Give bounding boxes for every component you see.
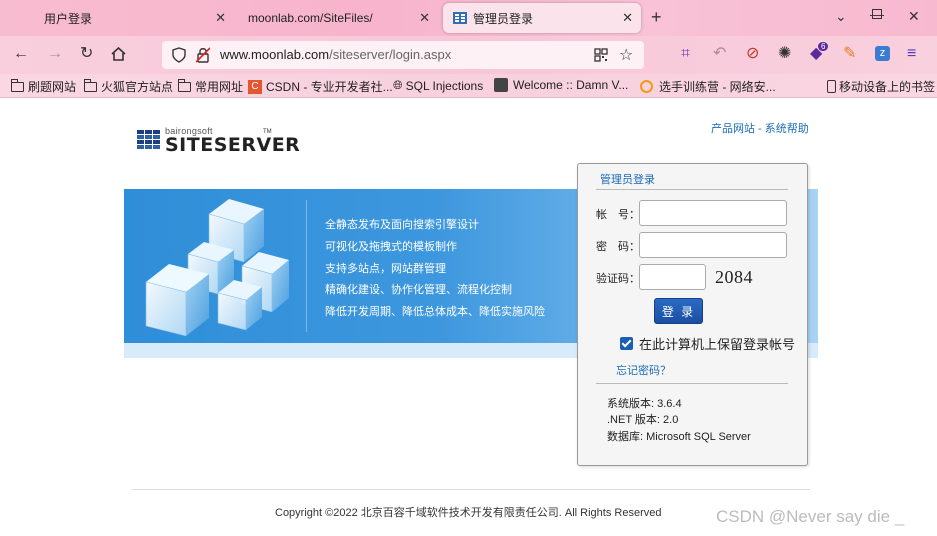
- logo-title: SITESERVER: [165, 134, 301, 156]
- screenshot-extension-icon[interactable]: ⌗: [681, 45, 690, 63]
- qr-code-icon[interactable]: [594, 48, 608, 62]
- forgot-password-link[interactable]: 忘记密码？: [616, 362, 671, 378]
- password-label: 密 码：: [596, 241, 640, 253]
- copyright-text: Copyright ©2022 北京百容千域软件技术开发有限责任公司. All …: [275, 507, 662, 519]
- close-icon[interactable]: ✕: [215, 10, 226, 26]
- home-icon[interactable]: [111, 47, 126, 61]
- bookmark-folder-firefox[interactable]: 火狐官方站点: [84, 78, 173, 95]
- tab-admin-login[interactable]: 管理员登录 ✕: [443, 3, 641, 33]
- remember-checkbox[interactable]: 在此计算机上保留登录帐号: [620, 334, 795, 353]
- feature-item: 可视化及拖拽式的模板制作: [325, 241, 457, 253]
- product-site-link[interactable]: 产品网站: [711, 123, 755, 135]
- bookmarks-toolbar: 刷题网站 火狐官方站点 常用网址 C CSDN - 专业开发者社... 🌐︎ SQL…: [0, 74, 937, 98]
- feature-item: 降低开发周期、降低总体成本、降低实施风险: [325, 306, 545, 318]
- login-panel-title: 管理员登录: [600, 174, 655, 186]
- new-tab-button[interactable]: +: [651, 7, 662, 28]
- watermark: CSDN @Never say die _: [716, 507, 905, 526]
- back-icon[interactable]: ←: [13, 45, 29, 63]
- bookmark-label: 常用网址: [195, 80, 244, 94]
- url-host: www.moonlab.com: [220, 47, 330, 62]
- training-icon: [640, 80, 653, 93]
- extension-badge-count: 6: [818, 42, 829, 51]
- dvwa-icon: [494, 78, 508, 92]
- folder-icon: [178, 78, 191, 92]
- bookmark-folder-common[interactable]: 常用网址: [178, 78, 243, 95]
- captcha-label: 验证码：: [596, 273, 640, 285]
- zotero-extension-icon[interactable]: z: [875, 46, 890, 61]
- bookmark-folder-shuati[interactable]: 刷题网站: [11, 78, 76, 95]
- ublock-extension-icon[interactable]: ⊘: [746, 45, 759, 63]
- tab-sitefiles[interactable]: moonlab.com/SiteFiles/ ✕: [238, 3, 438, 33]
- dropdown-icon[interactable]: ⌄: [835, 8, 847, 25]
- checkbox-checked-icon[interactable]: [620, 337, 633, 350]
- tab-user-login[interactable]: 用户登录 ✕: [34, 3, 234, 33]
- folder-icon: [11, 78, 24, 92]
- help-link[interactable]: 系统帮助: [765, 123, 809, 135]
- bookmark-training[interactable]: 选手训练营 - 网络安...: [640, 78, 776, 95]
- link-separator: -: [755, 123, 765, 135]
- bookmark-dvwa[interactable]: Welcome :: Damn V...: [494, 78, 628, 92]
- globe-icon: 🌐︎: [393, 78, 403, 92]
- account-label: 帐 号：: [596, 209, 640, 221]
- divider: [596, 383, 788, 384]
- remember-label: 在此计算机上保留登录帐号: [639, 337, 796, 352]
- login-button[interactable]: 登 录: [654, 298, 703, 324]
- bookmark-label: CSDN - 专业开发者社...: [266, 80, 393, 94]
- login-panel: 管理员登录 帐 号： 密 码： 验证码： 2084 登 录 在此计算机上保留登录…: [577, 163, 808, 466]
- forward-icon[interactable]: →: [47, 45, 63, 63]
- banner-divider: [306, 200, 307, 332]
- insecure-lock-icon[interactable]: [196, 47, 210, 63]
- bookmark-label: 火狐官方站点: [101, 80, 174, 94]
- url-text[interactable]: www.moonlab.com/siteserver/login.aspx: [220, 47, 451, 62]
- url-path: /siteserver/login.aspx: [329, 47, 452, 62]
- navigation-bar: ← → ↻ www.moonlab.com/siteserver/login.a…: [0, 36, 937, 74]
- bookmark-label: SQL Injections: [405, 78, 484, 93]
- window-close-icon[interactable]: ✕: [908, 8, 920, 25]
- bookmark-label: Welcome :: Damn V...: [513, 78, 629, 92]
- captcha-image[interactable]: 2084: [715, 267, 753, 288]
- system-version: 系统版本: 3.6.4: [607, 398, 682, 410]
- siteserver-favicon-icon: [453, 12, 467, 24]
- bookmark-label: 移动设备上的书签: [839, 80, 936, 94]
- folder-icon: [84, 78, 97, 92]
- close-icon[interactable]: ✕: [622, 10, 633, 26]
- top-links: 产品网站 - 系统帮助: [711, 120, 809, 136]
- password-input[interactable]: [639, 232, 787, 258]
- cubes-illustration: [145, 199, 289, 337]
- account-input[interactable]: [639, 200, 787, 226]
- database-info: 数据库: Microsoft SQL Server: [607, 431, 751, 443]
- hackbar-extension-icon[interactable]: ✎: [843, 45, 856, 63]
- logo-grid-icon: [137, 130, 160, 149]
- net-version: .NET 版本: 2.0: [607, 414, 679, 426]
- bookmark-csdn[interactable]: C CSDN - 专业开发者社...: [248, 78, 393, 95]
- bookmark-star-icon[interactable]: ☆: [619, 45, 633, 65]
- divider: [596, 189, 788, 190]
- bookmark-label: 刷题网站: [28, 80, 77, 94]
- address-bar[interactable]: www.moonlab.com/siteserver/login.aspx ☆: [162, 41, 644, 69]
- mobile-icon: [827, 80, 836, 93]
- menu-icon[interactable]: ≡: [907, 45, 916, 63]
- footer-divider: [132, 489, 810, 490]
- logo-trademark: TM: [263, 129, 272, 135]
- tab-bar: 用户登录 ✕ moonlab.com/SiteFiles/ ✕ 管理员登录 ✕ …: [0, 0, 937, 36]
- feature-item: 全静态发布及面向搜索引擎设计: [325, 219, 479, 231]
- tab-label: 管理员登录: [473, 11, 534, 26]
- tab-label: 用户登录: [44, 11, 93, 26]
- shield-icon[interactable]: [172, 47, 186, 63]
- captcha-input[interactable]: [639, 264, 706, 290]
- feature-item: 精确化建设、协作化管理、流程化控制: [325, 284, 512, 296]
- cookie-extension-icon[interactable]: ✺: [778, 45, 791, 63]
- bookmark-label: 选手训练营 - 网络安...: [659, 80, 776, 94]
- undo-extension-icon[interactable]: ↶: [713, 45, 726, 63]
- csdn-icon: C: [248, 79, 262, 94]
- reload-icon[interactable]: ↻: [80, 45, 93, 63]
- close-icon[interactable]: ✕: [419, 10, 430, 26]
- maximize-icon[interactable]: [872, 9, 882, 19]
- tab-label: moonlab.com/SiteFiles/: [248, 11, 373, 25]
- bookmark-sql-injections[interactable]: 🌐︎ SQL Injections: [393, 78, 483, 93]
- feature-item: 支持多站点，网站群管理: [325, 263, 446, 275]
- bookmark-mobile[interactable]: 移动设备上的书签: [827, 78, 935, 95]
